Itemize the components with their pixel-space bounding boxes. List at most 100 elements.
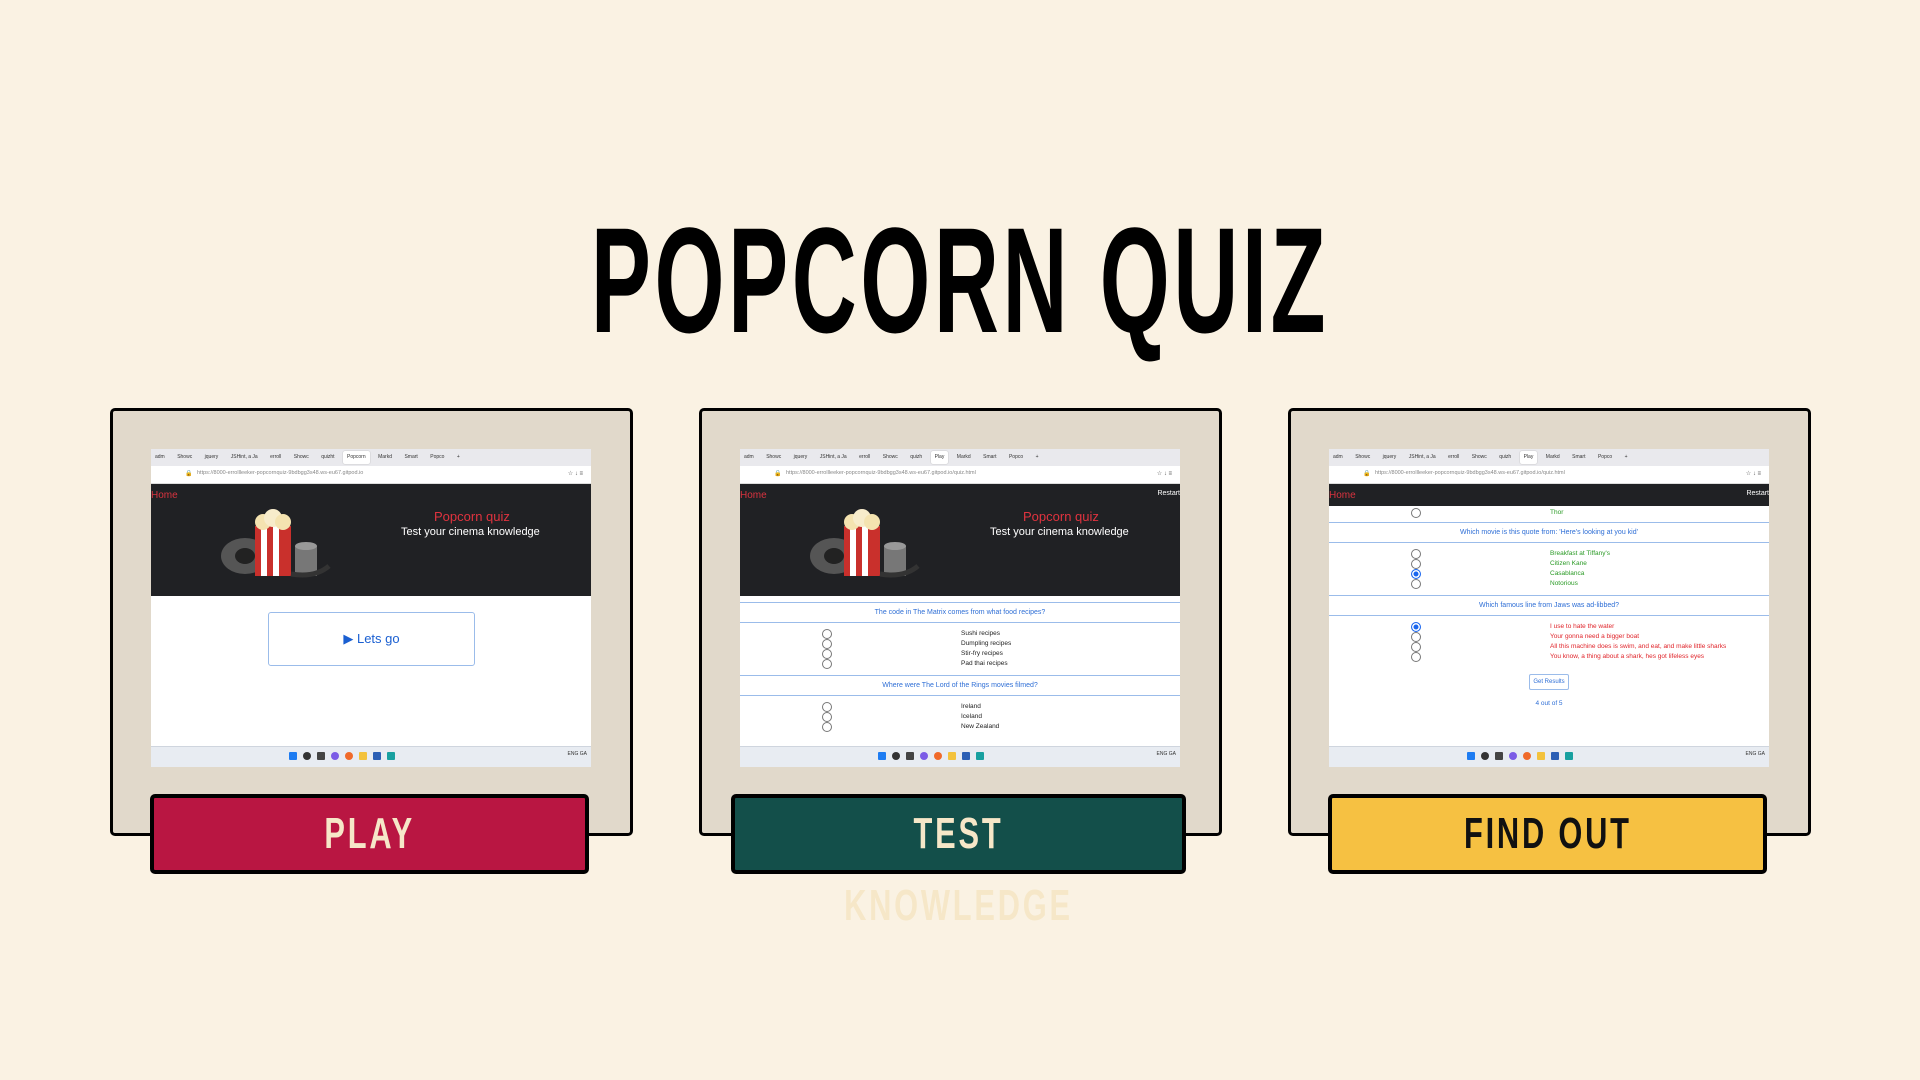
answer-option[interactable]: Iceland bbox=[740, 712, 1180, 722]
browser-tab[interactable]: quizht bbox=[317, 451, 338, 464]
radio-button[interactable] bbox=[1411, 642, 1421, 652]
browser-tab[interactable]: Smart bbox=[1568, 451, 1589, 464]
windows-start-icon[interactable] bbox=[878, 752, 886, 760]
browser-tab[interactable]: jquery bbox=[201, 451, 223, 464]
answer-option[interactable]: Ireland bbox=[740, 702, 1180, 712]
search-icon[interactable] bbox=[303, 752, 311, 760]
search-icon[interactable] bbox=[1481, 752, 1489, 760]
radio-button[interactable] bbox=[1411, 549, 1421, 559]
browser-tab[interactable]: Showc bbox=[879, 451, 902, 464]
answer-option[interactable]: Citizen Kane bbox=[1329, 559, 1769, 569]
browser-tab[interactable]: adm bbox=[740, 451, 758, 464]
browser-tab[interactable]: Showc bbox=[762, 451, 785, 464]
lets-go-button[interactable]: ▶ Lets go bbox=[268, 612, 475, 666]
taskbar-icons[interactable] bbox=[1467, 752, 1579, 762]
system-tray[interactable]: ENG GA bbox=[1157, 751, 1176, 757]
answer-option[interactable]: You know, a thing about a shark, hes got… bbox=[1329, 652, 1769, 662]
browser-tab[interactable]: erroll bbox=[266, 451, 285, 464]
toolbar-icons[interactable]: ☆ ↓ ≡ bbox=[1746, 470, 1761, 477]
taskbar-icons[interactable] bbox=[878, 752, 990, 762]
browser-tab[interactable]: Popco bbox=[1005, 451, 1027, 464]
system-tray[interactable]: ENG GA bbox=[568, 751, 587, 757]
answer-option[interactable]: Sushi recipes bbox=[740, 629, 1180, 639]
chat-icon[interactable] bbox=[1509, 752, 1517, 760]
toolbar-icons[interactable]: ☆ ↓ ≡ bbox=[1157, 470, 1172, 477]
radio-button[interactable] bbox=[822, 659, 832, 669]
browser-tab[interactable]: erroll bbox=[1444, 451, 1463, 464]
radio-button[interactable] bbox=[822, 629, 832, 639]
new-tab-button[interactable]: + bbox=[1032, 451, 1043, 464]
answer-option[interactable]: Notorious bbox=[1329, 579, 1769, 589]
browser-tab[interactable]: adm bbox=[151, 451, 169, 464]
browser-tab[interactable]: Showc bbox=[1468, 451, 1491, 464]
address-bar[interactable]: 🔒 https://8000-errollleeker-popcornquiz-… bbox=[740, 466, 1180, 484]
test-knowledge-button[interactable]: TEST KNOWLEDGE bbox=[731, 794, 1186, 930]
app-icon[interactable] bbox=[387, 752, 395, 760]
app-icon[interactable] bbox=[976, 752, 984, 760]
folder-icon[interactable] bbox=[1537, 752, 1545, 760]
windows-start-icon[interactable] bbox=[1467, 752, 1475, 760]
folder-icon[interactable] bbox=[948, 752, 956, 760]
new-tab-button[interactable]: + bbox=[1621, 451, 1632, 464]
taskbar-icons[interactable] bbox=[289, 752, 401, 762]
answer-option[interactable]: Dumpling recipes bbox=[740, 639, 1180, 649]
store-icon[interactable] bbox=[373, 752, 381, 760]
browser-tab[interactable]: Popco bbox=[1594, 451, 1616, 464]
firefox-icon[interactable] bbox=[1523, 752, 1531, 760]
browser-tab-active[interactable]: Popcorn bbox=[343, 451, 370, 464]
store-icon[interactable] bbox=[1551, 752, 1559, 760]
home-link[interactable]: Home bbox=[740, 490, 767, 501]
browser-tab[interactable]: Showc bbox=[1351, 451, 1374, 464]
browser-tab[interactable]: quizh bbox=[906, 451, 926, 464]
browser-tab-active[interactable]: Play bbox=[930, 451, 949, 464]
radio-button[interactable] bbox=[822, 712, 832, 722]
browser-tab[interactable]: quizh bbox=[1495, 451, 1515, 464]
browser-tab[interactable]: JSHint, a Ja bbox=[227, 451, 262, 464]
address-bar[interactable]: 🔒 https://8000-errollleeker-popcornquiz-… bbox=[1329, 466, 1769, 484]
home-link[interactable]: Home bbox=[151, 490, 178, 501]
browser-tab[interactable]: Markd bbox=[374, 451, 396, 464]
toolbar-icons[interactable]: ☆ ↓ ≡ bbox=[568, 470, 583, 477]
browser-tab[interactable]: JSHint, a Ja bbox=[816, 451, 851, 464]
store-icon[interactable] bbox=[962, 752, 970, 760]
browser-tab[interactable]: Smart bbox=[979, 451, 1000, 464]
chat-icon[interactable] bbox=[920, 752, 928, 760]
task-view-icon[interactable] bbox=[1495, 752, 1503, 760]
answer-option[interactable]: Pad thai recipes bbox=[740, 659, 1180, 669]
radio-button[interactable] bbox=[1411, 632, 1421, 642]
windows-start-icon[interactable] bbox=[289, 752, 297, 760]
restart-link[interactable]: Restart bbox=[1746, 490, 1769, 497]
new-tab-button[interactable]: + bbox=[453, 451, 464, 464]
browser-tab[interactable]: erroll bbox=[855, 451, 874, 464]
restart-link[interactable]: Restart bbox=[1157, 490, 1180, 497]
get-results-button[interactable]: Get Results bbox=[1529, 674, 1569, 690]
answer-option[interactable]: I use to hate the water bbox=[1329, 622, 1769, 632]
answer-option[interactable]: Your gonna need a bigger boat bbox=[1329, 632, 1769, 642]
firefox-icon[interactable] bbox=[934, 752, 942, 760]
home-link[interactable]: Home bbox=[1329, 490, 1356, 501]
app-icon[interactable] bbox=[1565, 752, 1573, 760]
answer-option[interactable]: Thor bbox=[1329, 508, 1769, 518]
system-tray[interactable]: ENG GA bbox=[1746, 751, 1765, 757]
chat-icon[interactable] bbox=[331, 752, 339, 760]
radio-button[interactable] bbox=[1411, 559, 1421, 569]
radio-button[interactable] bbox=[822, 702, 832, 712]
browser-tab-active[interactable]: Play bbox=[1519, 451, 1538, 464]
answer-option[interactable]: Casablanca bbox=[1329, 569, 1769, 579]
search-icon[interactable] bbox=[892, 752, 900, 760]
find-out-button[interactable]: FIND OUT bbox=[1328, 794, 1767, 874]
radio-button[interactable] bbox=[822, 649, 832, 659]
radio-button[interactable] bbox=[822, 639, 832, 649]
answer-option[interactable]: All this machine does is swim, and eat, … bbox=[1329, 642, 1769, 652]
folder-icon[interactable] bbox=[359, 752, 367, 760]
radio-button[interactable] bbox=[1411, 579, 1421, 589]
browser-tab[interactable]: Popco bbox=[426, 451, 448, 464]
play-button[interactable]: PLAY bbox=[150, 794, 589, 874]
browser-tab[interactable]: jquery bbox=[1379, 451, 1401, 464]
browser-tab[interactable]: Markd bbox=[953, 451, 975, 464]
radio-button[interactable] bbox=[822, 722, 832, 732]
address-bar[interactable]: 🔒 https://8000-errollleeker-popcornquiz-… bbox=[151, 466, 591, 484]
browser-tab[interactable]: jquery bbox=[790, 451, 812, 464]
radio-button[interactable] bbox=[1411, 652, 1421, 662]
radio-button-selected[interactable] bbox=[1411, 622, 1421, 632]
